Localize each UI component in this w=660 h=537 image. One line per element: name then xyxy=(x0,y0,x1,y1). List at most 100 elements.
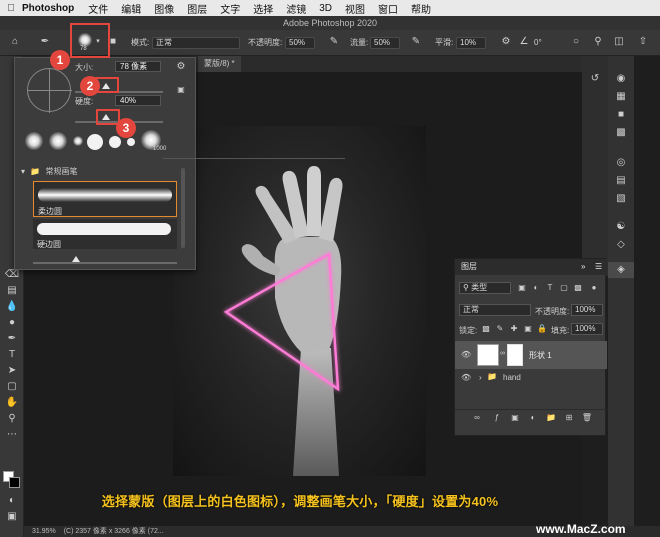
menu-window[interactable]: 窗口 xyxy=(378,1,398,16)
document-info[interactable]: (C) 2357 像素 x 3266 像素 (72... xyxy=(64,528,164,535)
airbrush-icon[interactable]: ✎ xyxy=(410,36,422,48)
gear-icon[interactable]: ⚙ xyxy=(175,61,187,73)
filter-pixel-icon[interactable]: ▣ xyxy=(517,282,527,294)
libraries-icon[interactable]: ▧ xyxy=(608,192,634,206)
zoom-tool-icon[interactable]: ⚲ xyxy=(0,412,24,426)
screen-mode-icon[interactable]: ▣ xyxy=(0,510,24,524)
search-icon[interactable]: ⚲ xyxy=(592,36,604,48)
menu-type[interactable]: 文字 xyxy=(220,1,240,16)
filter-toggle-icon[interactable]: ● xyxy=(589,282,599,294)
preview-size-slider-track[interactable] xyxy=(33,262,177,264)
app-menu-name[interactable]: Photoshop xyxy=(22,3,74,14)
background-color-swatch[interactable] xyxy=(9,477,20,488)
brush-tip-hard-large[interactable] xyxy=(87,134,103,150)
gradient-tool-icon[interactable]: ▤ xyxy=(0,284,24,298)
menu-filter[interactable]: 滤镜 xyxy=(286,1,306,16)
channels-icon[interactable]: ☯ xyxy=(608,220,634,234)
lock-artboard-icon[interactable]: ▣ xyxy=(523,323,533,335)
brush-angle-widget[interactable] xyxy=(27,68,72,113)
adjustments-icon[interactable]: ▤ xyxy=(608,174,634,188)
brush-list-scrollbar[interactable] xyxy=(181,168,185,248)
menu-layer[interactable]: 图层 xyxy=(187,1,207,16)
learn-icon[interactable]: ◎ xyxy=(608,156,634,170)
menu-edit[interactable]: 编辑 xyxy=(121,1,141,16)
history-icon[interactable]: ↺ xyxy=(582,72,608,86)
zoom-level[interactable]: 31.95% xyxy=(32,528,56,535)
layer-filter-select[interactable]: ⚲ 类型 xyxy=(459,282,511,294)
swatches-icon[interactable]: ▦ xyxy=(608,90,634,104)
filter-adjustment-icon[interactable]: ◐ xyxy=(531,282,541,294)
dodge-tool-icon[interactable]: ● xyxy=(0,316,24,330)
paths-icon[interactable]: ◇ xyxy=(608,238,634,252)
brush-tip-hard-small[interactable] xyxy=(127,138,135,146)
type-tool-icon[interactable]: T xyxy=(0,348,24,362)
hand-tool-icon[interactable]: ✋ xyxy=(0,396,24,410)
eraser-tool-icon[interactable]: ⌫ xyxy=(0,268,24,282)
home-icon[interactable]: ⌂ xyxy=(8,36,22,48)
angle-value[interactable]: 0° xyxy=(534,36,542,50)
patterns-icon[interactable]: ▩ xyxy=(608,126,634,140)
fill-field[interactable]: 100% xyxy=(571,323,603,335)
mode-select[interactable]: 正常 xyxy=(152,37,240,49)
layer-thumbnail[interactable] xyxy=(477,344,499,366)
menu-view[interactable]: 视图 xyxy=(345,1,365,16)
eye-icon[interactable]: 👁 xyxy=(461,373,471,382)
share-icon[interactable]: ⇧ xyxy=(636,36,650,48)
lock-all-icon[interactable]: 🔒 xyxy=(537,323,547,335)
angle-icon[interactable]: ∠ xyxy=(518,36,530,48)
brush-tip-soft-medium[interactable] xyxy=(49,132,67,150)
preview-size-slider-thumb[interactable] xyxy=(72,256,80,262)
lock-transparent-icon[interactable]: ▩ xyxy=(481,323,491,335)
new-group-icon[interactable]: 📁 xyxy=(545,412,557,424)
path-selection-tool-icon[interactable]: ➤ xyxy=(0,364,24,378)
flow-field[interactable]: 50% xyxy=(370,37,400,49)
menu-select[interactable]: 选择 xyxy=(253,1,273,16)
link-icon[interactable]: ∞ xyxy=(500,350,505,357)
fx-icon[interactable]: ƒ xyxy=(491,412,503,424)
document-tab[interactable]: 蒙版/8) * xyxy=(198,56,241,72)
collapse-icon[interactable]: » xyxy=(581,259,585,275)
hardness-field[interactable]: 40% xyxy=(115,95,161,106)
lock-image-icon[interactable]: ✎ xyxy=(495,323,505,335)
gear-icon[interactable]: ⚙ xyxy=(500,36,512,48)
gradients-icon[interactable]: ■ xyxy=(608,108,634,122)
brush-tip-soft-large[interactable] xyxy=(25,132,43,150)
layers-panel-tab[interactable]: ◈ xyxy=(608,262,634,278)
pressure-opacity-icon[interactable]: ✎ xyxy=(328,36,340,48)
filter-type-icon[interactable]: T xyxy=(545,282,555,294)
new-layer-icon[interactable]: ⊞ xyxy=(563,412,575,424)
eye-icon[interactable]: 👁 xyxy=(461,350,471,359)
color-icon[interactable]: ◉ xyxy=(608,72,634,86)
rectangle-tool-icon[interactable]: ▢ xyxy=(0,380,24,394)
menu-3d[interactable]: 3D xyxy=(319,3,332,14)
layer-row-shape[interactable]: 👁 ∞ 形状 1 xyxy=(455,341,607,369)
layers-panel-title[interactable]: 图层 xyxy=(461,259,477,275)
adjustment-layer-icon[interactable]: ◐ xyxy=(527,412,539,424)
new-preset-icon[interactable]: ▣ xyxy=(175,84,187,96)
opacity-field[interactable]: 100% xyxy=(571,304,603,316)
brush-item-hard-round[interactable]: 硬边圆 xyxy=(33,219,177,249)
blur-tool-icon[interactable]: 💧 xyxy=(0,300,24,314)
blend-mode-select[interactable]: 正常 xyxy=(459,304,531,316)
brush-item-soft-round[interactable]: 柔边圆 xyxy=(33,181,177,217)
link-layers-icon[interactable]: ∞ xyxy=(471,412,483,424)
brush-tip-hard-medium[interactable] xyxy=(109,136,121,148)
apple-icon[interactable]:  xyxy=(0,3,22,14)
more-tools-icon[interactable]: ⋯ xyxy=(0,428,24,442)
brush-tip-soft-small[interactable] xyxy=(73,136,83,146)
lock-position-icon[interactable]: ✚ xyxy=(509,323,519,335)
add-mask-icon[interactable]: ▣ xyxy=(509,412,521,424)
panel-menu-icon[interactable]: ☰ xyxy=(595,259,602,275)
size-field[interactable]: 78 像素 xyxy=(115,61,161,72)
filter-shape-icon[interactable]: ▢ xyxy=(559,282,569,294)
smoothing-field[interactable]: 10% xyxy=(456,37,486,49)
layer-row-hand-group[interactable]: 👁 › 📁 hand xyxy=(455,371,607,385)
workspace-icon[interactable]: ◫ xyxy=(612,36,626,48)
pressure-size-icon[interactable]: ○ xyxy=(570,36,582,48)
pen-tool-icon[interactable]: ✒ xyxy=(0,332,24,346)
chevron-right-icon[interactable]: › xyxy=(479,373,482,382)
trash-icon[interactable]: 🗑 xyxy=(581,412,593,424)
filter-smart-object-icon[interactable]: ▩ xyxy=(573,282,583,294)
menu-image[interactable]: 图像 xyxy=(154,1,174,16)
opacity-field[interactable]: 50% xyxy=(285,37,315,49)
